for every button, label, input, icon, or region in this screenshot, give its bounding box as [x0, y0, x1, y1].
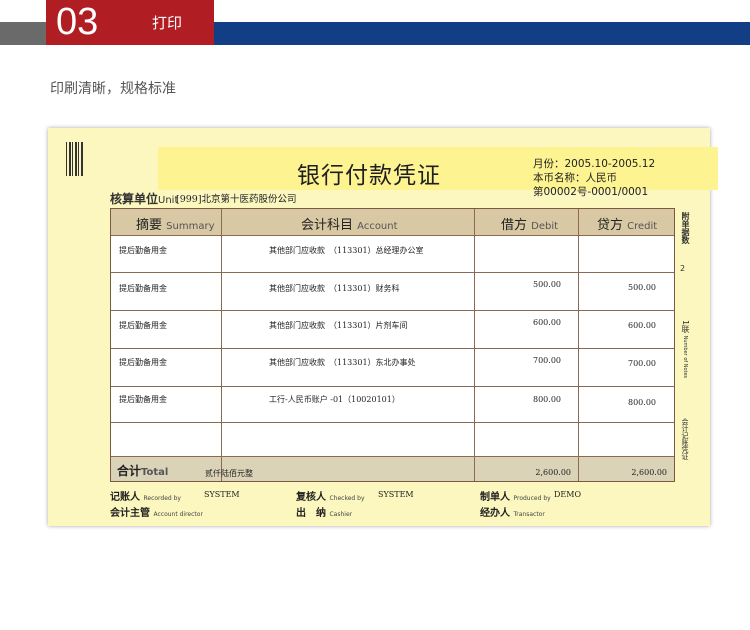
checked-by-label: 复核人 Checked by [296, 492, 365, 503]
unit-label: 核算单位Unit [110, 192, 179, 206]
produced-by-value: DEMO [554, 490, 582, 499]
row-account: 其他部门应收款 （113301）片剂车间 [269, 321, 408, 330]
voucher-code: 第00002号-0001/0001 [533, 186, 649, 198]
voucher-sheet: 银行付款凭证 月份：2005.10-2005.12 本币名称：人民币 第0000… [48, 128, 718, 526]
row-summary: 提后勤备用金 [119, 246, 167, 255]
row-account: 其他部门应收款 （113301）东北办事处 [269, 358, 416, 367]
row-summary: 提后勤备用金 [119, 395, 167, 404]
row-divider [111, 456, 674, 457]
section-subtitle: 印刷清晰，规格标准 [50, 81, 176, 97]
voucher-table: 摘要 Summary 会计科目 Account 借方 Debit 贷方 Cred… [110, 208, 675, 482]
row-divider [111, 422, 674, 423]
row-debit: 800.00 [533, 395, 561, 404]
produced-by-label: 制单人 Produced by [480, 492, 551, 503]
header-gray-segment [0, 22, 46, 45]
attachments-label: 附单据数 [681, 212, 690, 244]
voucher-currency: 本币名称：人民币 [533, 172, 617, 184]
row-debit: 600.00 [533, 318, 561, 327]
recorded-by-label: 记账人 Recorded by [110, 492, 181, 503]
row-divider [111, 272, 674, 273]
voucher-title: 银行付款凭证 [297, 163, 441, 189]
col-account: 会计科目 Account [301, 218, 398, 233]
row-credit: 500.00 [628, 283, 656, 292]
col-divider [221, 209, 222, 481]
row-summary: 提后勤备用金 [119, 284, 167, 293]
section-label: 打印 [152, 14, 183, 32]
row-account: 工行-人民币账户 -01（10020101） [269, 395, 400, 404]
col-divider [578, 209, 579, 481]
row-divider [111, 310, 674, 311]
checked-by-value: SYSTEM [378, 490, 414, 499]
total-credit: 2,600.00 [631, 468, 667, 477]
total-in-words: 贰仟陆佰元整 [205, 469, 253, 478]
unit-value: [999]北京第十医药股份公司 [176, 194, 297, 205]
col-credit: 贷方 Credit [597, 218, 658, 233]
account-director-label: 会计主管 Account director [110, 508, 203, 519]
col-debit: 借方 Debit [501, 218, 559, 233]
row-divider [111, 348, 674, 349]
col-summary: 摘要 Summary [136, 218, 215, 233]
transactor-label: 经办人 Transactor [480, 508, 545, 519]
row-credit: 600.00 [628, 321, 656, 330]
section-header-bar: 03 打印 [0, 0, 750, 48]
row-divider [111, 235, 674, 236]
header-blue-segment [214, 22, 750, 45]
barcode-icon [66, 142, 84, 176]
section-number: 03 [56, 1, 99, 43]
copy-label: 1联 Number of Notes [681, 320, 690, 379]
voucher-period: 月份：2005.10-2005.12 [533, 158, 656, 170]
attachments-value: 2 [680, 264, 686, 273]
row-credit: 800.00 [628, 398, 656, 407]
row-summary: 提后勤备用金 [119, 358, 167, 367]
row-account: 其他部门应收款 （113301）财务科 [269, 284, 400, 293]
row-divider [111, 386, 674, 387]
row-account: 其他部门应收款 （113301）总经理办公室 [269, 246, 424, 255]
row-debit: 700.00 [533, 356, 561, 365]
row-summary: 提后勤备用金 [119, 321, 167, 330]
col-divider [474, 209, 475, 481]
row-credit: 700.00 [628, 359, 656, 368]
copy-side-label: 会计记账凭证 [681, 418, 689, 460]
row-debit: 500.00 [533, 280, 561, 289]
total-label: 合计Total [117, 464, 169, 478]
total-debit: 2,600.00 [535, 468, 571, 477]
total-row-bg [111, 456, 674, 481]
cashier-label: 出 纳 Cashier [296, 508, 353, 519]
table-header: 摘要 Summary 会计科目 Account 借方 Debit 贷方 Cred… [111, 209, 674, 235]
recorded-by-value: SYSTEM [204, 490, 240, 499]
